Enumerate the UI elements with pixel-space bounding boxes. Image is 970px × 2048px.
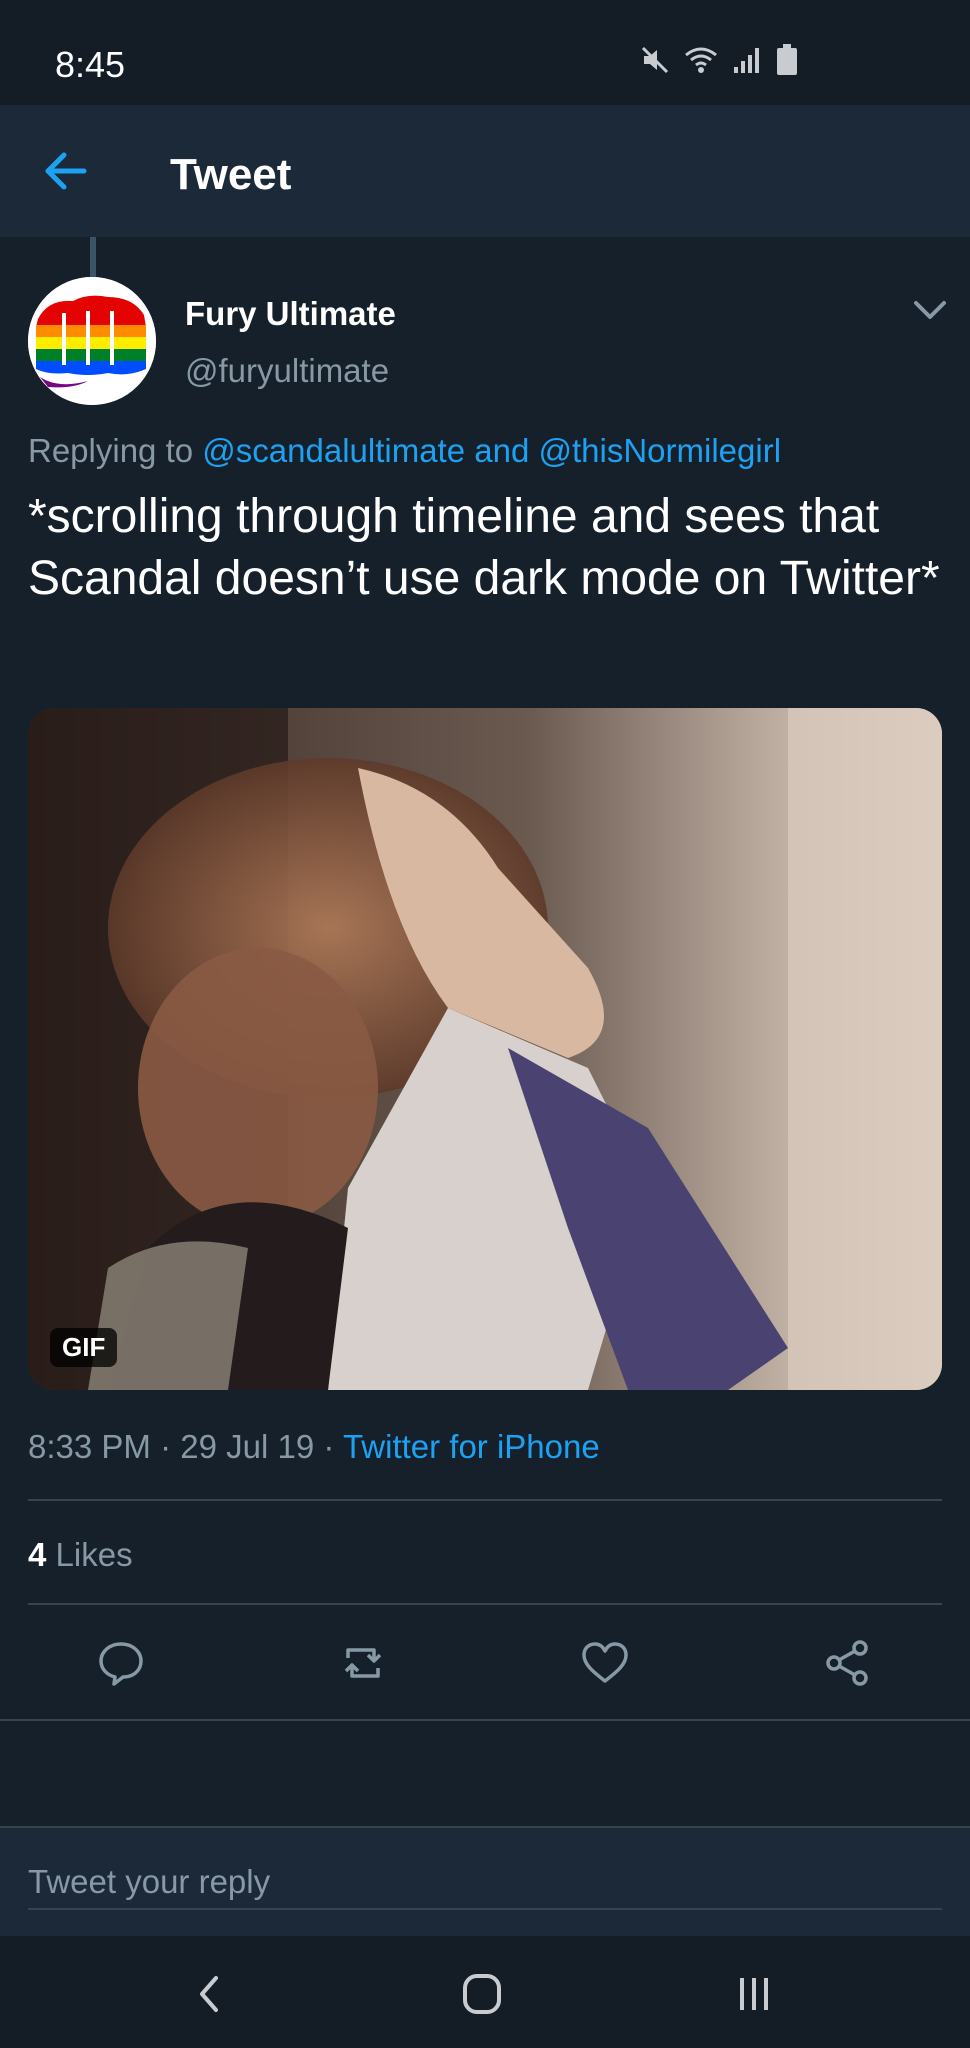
replying-to: Replying to @scandalultimate and @thisNo… bbox=[28, 432, 781, 470]
retweet-icon[interactable] bbox=[338, 1638, 388, 1688]
tweet-time: 8:33 PM bbox=[28, 1428, 151, 1465]
mute-icon bbox=[641, 46, 669, 74]
recents-nav-icon[interactable] bbox=[724, 1966, 784, 2022]
meta-separator: · bbox=[160, 1428, 172, 1465]
status-time: 8:45 bbox=[55, 44, 126, 85]
tweet-gif-media[interactable]: GIF bbox=[28, 708, 942, 1390]
meta-separator: · bbox=[323, 1428, 335, 1465]
gif-badge: GIF bbox=[50, 1328, 118, 1367]
reply-mention-thisnormilegirl[interactable]: @thisNormilegirl bbox=[538, 432, 781, 469]
likes-label: Likes bbox=[55, 1536, 133, 1573]
arrow-left-icon[interactable] bbox=[40, 145, 92, 197]
divider bbox=[28, 1499, 942, 1501]
home-nav-icon[interactable] bbox=[452, 1966, 512, 2022]
like-icon[interactable] bbox=[580, 1638, 630, 1688]
divider bbox=[28, 1603, 942, 1605]
system-nav-bar bbox=[0, 1936, 970, 2048]
status-icons bbox=[640, 44, 798, 76]
reply-and-text: and bbox=[474, 432, 530, 469]
signal-icon bbox=[734, 48, 759, 73]
likes-row[interactable]: 4 Likes bbox=[28, 1536, 133, 1574]
rainbow-fist-icon bbox=[28, 277, 156, 405]
status-bar: 8:45 bbox=[0, 0, 970, 105]
reply-icon[interactable] bbox=[96, 1638, 146, 1688]
tweet-date: 29 Jul 19 bbox=[180, 1428, 315, 1465]
tweet-text: *scrolling through timeline and sees tha… bbox=[28, 490, 940, 605]
reply-input[interactable] bbox=[28, 1856, 942, 1910]
author-handle[interactable]: @furyultimate bbox=[185, 352, 389, 390]
avatar[interactable] bbox=[28, 277, 156, 405]
replying-prefix: Replying to bbox=[28, 432, 194, 469]
gif-image bbox=[28, 708, 942, 1390]
share-icon[interactable] bbox=[822, 1638, 872, 1688]
reply-mention-scandalultimate[interactable]: @scandalultimate bbox=[202, 432, 465, 469]
reply-bar bbox=[0, 1826, 970, 1936]
tweet-meta: 8:33 PM · 29 Jul 19 · Twitter for iPhone bbox=[28, 1428, 600, 1466]
author-name[interactable]: Fury Ultimate bbox=[185, 295, 396, 333]
chevron-down-icon[interactable] bbox=[910, 295, 950, 325]
battery-icon bbox=[777, 44, 797, 75]
wifi-icon bbox=[685, 47, 717, 73]
page-title: Tweet bbox=[170, 150, 292, 199]
tweet-source[interactable]: Twitter for iPhone bbox=[343, 1428, 600, 1465]
back-nav-icon[interactable] bbox=[180, 1966, 240, 2022]
likes-count: 4 bbox=[28, 1536, 47, 1573]
app-header: Tweet bbox=[0, 105, 970, 237]
divider bbox=[0, 1719, 970, 1721]
thread-connector bbox=[90, 237, 96, 277]
